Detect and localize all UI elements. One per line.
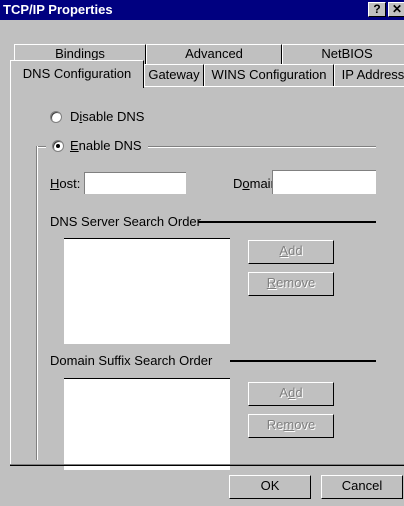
tab-label: DNS Configuration — [22, 66, 132, 81]
disable-dns-label[interactable]: Disable DNS — [70, 109, 144, 125]
add-dns-server-button[interactable]: Add — [248, 240, 334, 264]
disable-dns-radio[interactable] — [50, 111, 62, 123]
suffix-order-separator — [230, 360, 376, 362]
tab-label: Advanced — [185, 46, 243, 61]
tab-label: Gateway — [148, 67, 200, 82]
cancel-button[interactable]: Cancel — [321, 475, 403, 499]
domain-suffix-list[interactable] — [64, 378, 230, 470]
add-domain-suffix-button[interactable]: Add — [248, 382, 334, 406]
server-order-separator — [198, 221, 376, 223]
tab-dns-configuration[interactable]: DNS Configuration — [10, 60, 144, 88]
dns-server-search-order-label: DNS Server Search Order — [50, 214, 201, 229]
domain-field[interactable] — [272, 170, 376, 194]
radio-selected-dot — [56, 144, 60, 148]
window-title: TCP/IP Properties — [3, 2, 113, 17]
tcpip-properties-dialog: TCP/IP Properties ? ✕ Bindings Advanced … — [0, 0, 404, 506]
enable-dns-radio[interactable] — [52, 140, 64, 152]
enable-group-left-edge — [36, 146, 38, 460]
tab-wins-configuration[interactable]: WINS Configuration — [204, 64, 334, 86]
title-bar[interactable]: TCP/IP Properties ? ✕ — [0, 0, 404, 20]
host-label: Host: — [50, 176, 81, 191]
tab-ip-address[interactable]: IP Address — [334, 64, 404, 86]
tab-label: NetBIOS — [321, 46, 373, 61]
tab-gateway[interactable]: Gateway — [144, 64, 204, 86]
remove-dns-server-button[interactable]: Remove — [248, 272, 334, 296]
domain-suffix-search-order-label: Domain Suffix Search Order — [50, 353, 213, 368]
dns-server-list[interactable] — [64, 238, 230, 344]
ok-button[interactable]: OK — [229, 475, 311, 499]
tab-netbios[interactable]: NetBIOS — [282, 44, 404, 64]
tab-advanced[interactable]: Advanced — [146, 44, 282, 64]
close-button[interactable]: ✕ — [388, 2, 404, 17]
host-field[interactable] — [84, 172, 186, 194]
enable-dns-label[interactable]: Enable DNS — [70, 138, 142, 154]
enable-group-top-right — [148, 146, 376, 148]
help-button[interactable]: ? — [368, 2, 386, 17]
panel-bottom-edge — [10, 464, 404, 466]
tab-label: IP Address — [341, 67, 404, 82]
remove-domain-suffix-button[interactable]: Remove — [248, 414, 334, 438]
tab-label: WINS Configuration — [211, 67, 327, 82]
